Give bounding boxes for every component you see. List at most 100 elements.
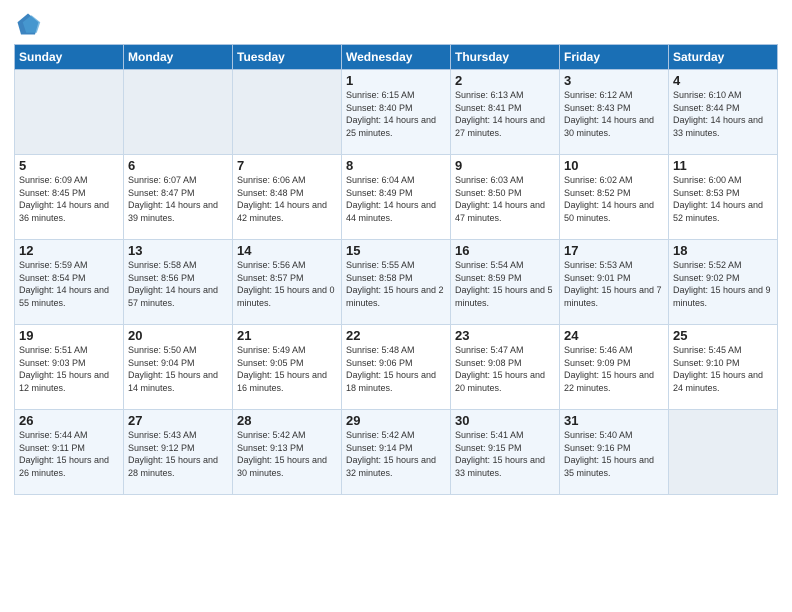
day-number: 29	[346, 413, 446, 428]
day-number: 23	[455, 328, 555, 343]
calendar-cell: 17Sunrise: 5:53 AMSunset: 9:01 PMDayligh…	[560, 240, 669, 325]
calendar-cell: 26Sunrise: 5:44 AMSunset: 9:11 PMDayligh…	[15, 410, 124, 495]
calendar-body: 1Sunrise: 6:15 AMSunset: 8:40 PMDaylight…	[15, 70, 778, 495]
day-info: Sunrise: 5:50 AMSunset: 9:04 PMDaylight:…	[128, 344, 228, 394]
day-number: 26	[19, 413, 119, 428]
logo	[14, 10, 44, 38]
day-number: 13	[128, 243, 228, 258]
calendar-cell: 4Sunrise: 6:10 AMSunset: 8:44 PMDaylight…	[669, 70, 778, 155]
day-number: 27	[128, 413, 228, 428]
calendar-week-2: 5Sunrise: 6:09 AMSunset: 8:45 PMDaylight…	[15, 155, 778, 240]
logo-icon	[14, 10, 42, 38]
day-info: Sunrise: 5:40 AMSunset: 9:16 PMDaylight:…	[564, 429, 664, 479]
day-info: Sunrise: 5:47 AMSunset: 9:08 PMDaylight:…	[455, 344, 555, 394]
day-number: 30	[455, 413, 555, 428]
day-info: Sunrise: 5:55 AMSunset: 8:58 PMDaylight:…	[346, 259, 446, 309]
day-number: 15	[346, 243, 446, 258]
day-number: 11	[673, 158, 773, 173]
weekday-header-friday: Friday	[560, 45, 669, 70]
calendar-cell: 21Sunrise: 5:49 AMSunset: 9:05 PMDayligh…	[233, 325, 342, 410]
calendar-week-5: 26Sunrise: 5:44 AMSunset: 9:11 PMDayligh…	[15, 410, 778, 495]
day-info: Sunrise: 6:10 AMSunset: 8:44 PMDaylight:…	[673, 89, 773, 139]
calendar-cell: 2Sunrise: 6:13 AMSunset: 8:41 PMDaylight…	[451, 70, 560, 155]
day-info: Sunrise: 6:15 AMSunset: 8:40 PMDaylight:…	[346, 89, 446, 139]
day-info: Sunrise: 6:04 AMSunset: 8:49 PMDaylight:…	[346, 174, 446, 224]
weekday-header-monday: Monday	[124, 45, 233, 70]
day-number: 5	[19, 158, 119, 173]
calendar-cell: 23Sunrise: 5:47 AMSunset: 9:08 PMDayligh…	[451, 325, 560, 410]
day-info: Sunrise: 6:12 AMSunset: 8:43 PMDaylight:…	[564, 89, 664, 139]
calendar-cell: 25Sunrise: 5:45 AMSunset: 9:10 PMDayligh…	[669, 325, 778, 410]
weekday-header-saturday: Saturday	[669, 45, 778, 70]
day-number: 2	[455, 73, 555, 88]
calendar-cell: 20Sunrise: 5:50 AMSunset: 9:04 PMDayligh…	[124, 325, 233, 410]
calendar-cell: 11Sunrise: 6:00 AMSunset: 8:53 PMDayligh…	[669, 155, 778, 240]
day-info: Sunrise: 5:56 AMSunset: 8:57 PMDaylight:…	[237, 259, 337, 309]
weekday-header-sunday: Sunday	[15, 45, 124, 70]
page-header	[14, 10, 778, 38]
day-number: 25	[673, 328, 773, 343]
day-number: 18	[673, 243, 773, 258]
calendar-cell: 27Sunrise: 5:43 AMSunset: 9:12 PMDayligh…	[124, 410, 233, 495]
page-container: SundayMondayTuesdayWednesdayThursdayFrid…	[0, 0, 792, 503]
day-number: 8	[346, 158, 446, 173]
calendar-cell: 31Sunrise: 5:40 AMSunset: 9:16 PMDayligh…	[560, 410, 669, 495]
calendar-cell: 8Sunrise: 6:04 AMSunset: 8:49 PMDaylight…	[342, 155, 451, 240]
day-number: 4	[673, 73, 773, 88]
calendar-cell: 18Sunrise: 5:52 AMSunset: 9:02 PMDayligh…	[669, 240, 778, 325]
calendar-week-4: 19Sunrise: 5:51 AMSunset: 9:03 PMDayligh…	[15, 325, 778, 410]
day-number: 9	[455, 158, 555, 173]
day-info: Sunrise: 6:07 AMSunset: 8:47 PMDaylight:…	[128, 174, 228, 224]
calendar-cell: 10Sunrise: 6:02 AMSunset: 8:52 PMDayligh…	[560, 155, 669, 240]
day-number: 24	[564, 328, 664, 343]
day-info: Sunrise: 6:02 AMSunset: 8:52 PMDaylight:…	[564, 174, 664, 224]
day-info: Sunrise: 6:09 AMSunset: 8:45 PMDaylight:…	[19, 174, 119, 224]
day-info: Sunrise: 5:59 AMSunset: 8:54 PMDaylight:…	[19, 259, 119, 309]
calendar-table: SundayMondayTuesdayWednesdayThursdayFrid…	[14, 44, 778, 495]
weekday-header-tuesday: Tuesday	[233, 45, 342, 70]
day-number: 20	[128, 328, 228, 343]
day-number: 14	[237, 243, 337, 258]
weekday-header-thursday: Thursday	[451, 45, 560, 70]
calendar-cell: 29Sunrise: 5:42 AMSunset: 9:14 PMDayligh…	[342, 410, 451, 495]
day-info: Sunrise: 6:13 AMSunset: 8:41 PMDaylight:…	[455, 89, 555, 139]
calendar-cell: 9Sunrise: 6:03 AMSunset: 8:50 PMDaylight…	[451, 155, 560, 240]
day-info: Sunrise: 5:44 AMSunset: 9:11 PMDaylight:…	[19, 429, 119, 479]
day-info: Sunrise: 5:52 AMSunset: 9:02 PMDaylight:…	[673, 259, 773, 309]
day-number: 1	[346, 73, 446, 88]
calendar-cell	[15, 70, 124, 155]
day-number: 22	[346, 328, 446, 343]
day-number: 31	[564, 413, 664, 428]
calendar-cell: 13Sunrise: 5:58 AMSunset: 8:56 PMDayligh…	[124, 240, 233, 325]
weekday-header-wednesday: Wednesday	[342, 45, 451, 70]
calendar-cell: 24Sunrise: 5:46 AMSunset: 9:09 PMDayligh…	[560, 325, 669, 410]
day-info: Sunrise: 5:46 AMSunset: 9:09 PMDaylight:…	[564, 344, 664, 394]
day-number: 10	[564, 158, 664, 173]
day-info: Sunrise: 6:06 AMSunset: 8:48 PMDaylight:…	[237, 174, 337, 224]
calendar-cell: 14Sunrise: 5:56 AMSunset: 8:57 PMDayligh…	[233, 240, 342, 325]
day-number: 3	[564, 73, 664, 88]
day-info: Sunrise: 5:51 AMSunset: 9:03 PMDaylight:…	[19, 344, 119, 394]
calendar-cell: 30Sunrise: 5:41 AMSunset: 9:15 PMDayligh…	[451, 410, 560, 495]
calendar-cell	[124, 70, 233, 155]
calendar-cell: 3Sunrise: 6:12 AMSunset: 8:43 PMDaylight…	[560, 70, 669, 155]
day-info: Sunrise: 5:45 AMSunset: 9:10 PMDaylight:…	[673, 344, 773, 394]
calendar-week-3: 12Sunrise: 5:59 AMSunset: 8:54 PMDayligh…	[15, 240, 778, 325]
day-info: Sunrise: 5:48 AMSunset: 9:06 PMDaylight:…	[346, 344, 446, 394]
calendar-cell: 19Sunrise: 5:51 AMSunset: 9:03 PMDayligh…	[15, 325, 124, 410]
day-number: 28	[237, 413, 337, 428]
day-number: 21	[237, 328, 337, 343]
day-info: Sunrise: 5:42 AMSunset: 9:14 PMDaylight:…	[346, 429, 446, 479]
day-info: Sunrise: 5:54 AMSunset: 8:59 PMDaylight:…	[455, 259, 555, 309]
calendar-cell: 5Sunrise: 6:09 AMSunset: 8:45 PMDaylight…	[15, 155, 124, 240]
day-info: Sunrise: 5:49 AMSunset: 9:05 PMDaylight:…	[237, 344, 337, 394]
day-info: Sunrise: 6:03 AMSunset: 8:50 PMDaylight:…	[455, 174, 555, 224]
day-info: Sunrise: 5:42 AMSunset: 9:13 PMDaylight:…	[237, 429, 337, 479]
day-info: Sunrise: 5:53 AMSunset: 9:01 PMDaylight:…	[564, 259, 664, 309]
calendar-cell	[669, 410, 778, 495]
calendar-cell: 1Sunrise: 6:15 AMSunset: 8:40 PMDaylight…	[342, 70, 451, 155]
weekday-row: SundayMondayTuesdayWednesdayThursdayFrid…	[15, 45, 778, 70]
day-number: 19	[19, 328, 119, 343]
calendar-cell: 6Sunrise: 6:07 AMSunset: 8:47 PMDaylight…	[124, 155, 233, 240]
calendar-cell: 28Sunrise: 5:42 AMSunset: 9:13 PMDayligh…	[233, 410, 342, 495]
